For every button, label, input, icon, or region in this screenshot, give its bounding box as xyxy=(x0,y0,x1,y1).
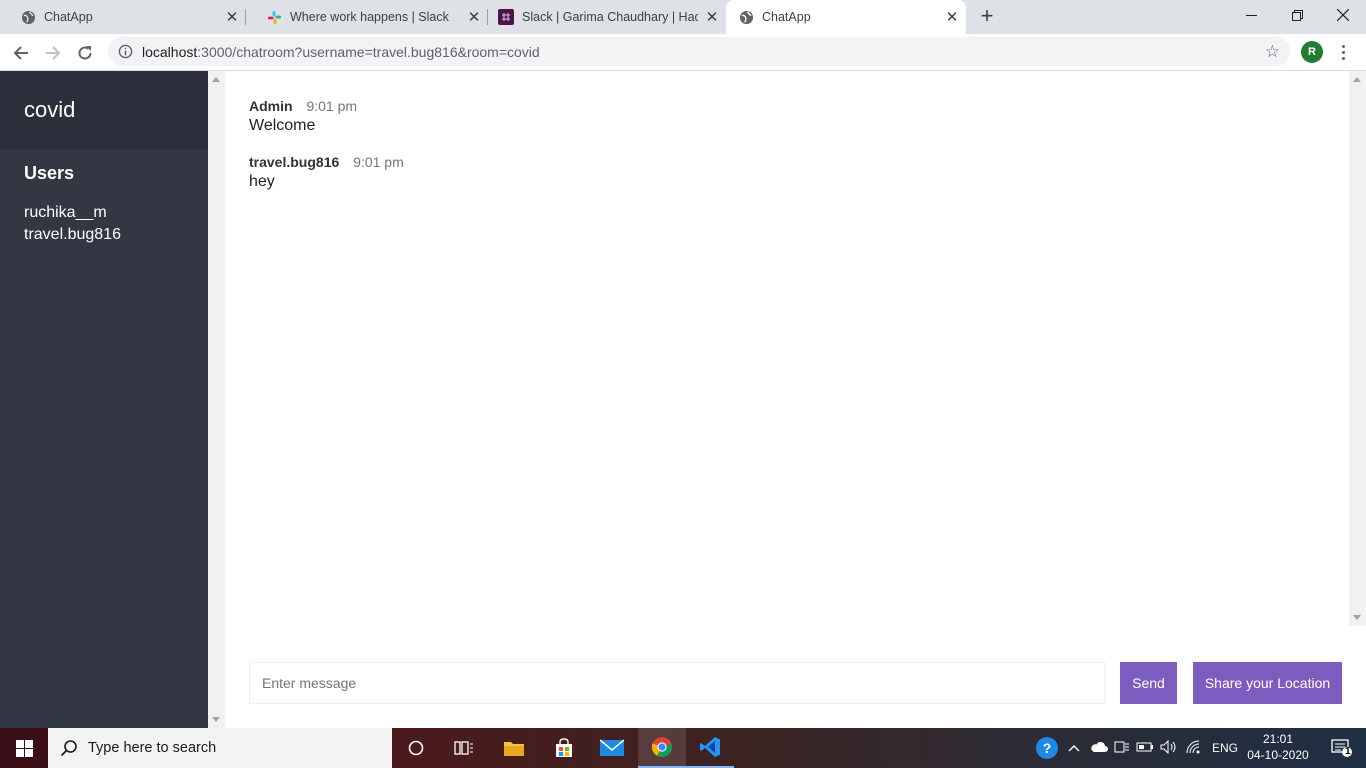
scroll-down-arrow-icon[interactable] xyxy=(1353,615,1361,620)
vscode-icon[interactable] xyxy=(686,728,734,768)
new-tab-button[interactable]: + xyxy=(976,5,998,28)
message-composer: Send Share your Location xyxy=(225,626,1366,728)
system-tray: ? ENG xyxy=(1036,728,1238,768)
room-name: covid xyxy=(0,71,208,149)
info-icon[interactable] xyxy=(118,44,133,59)
message-username: travel.bug816 xyxy=(249,154,340,170)
message-text: Welcome xyxy=(249,117,316,134)
send-button[interactable]: Send xyxy=(1120,662,1177,704)
messages-area: Admin 9:01 pm Welcome travel.bug816 9:01… xyxy=(225,71,1349,626)
mail-icon[interactable] xyxy=(588,728,636,768)
scroll-up-arrow-icon[interactable] xyxy=(1353,77,1361,82)
message-text: hey xyxy=(249,173,275,190)
taskbar-search[interactable]: Type here to search xyxy=(48,728,392,768)
task-view-icon[interactable] xyxy=(440,728,488,768)
wifi-icon[interactable] xyxy=(1186,740,1202,757)
profile-avatar[interactable]: R xyxy=(1301,41,1323,63)
tab-title: ChatApp xyxy=(44,10,93,24)
close-tab-icon[interactable]: ✕ xyxy=(704,9,720,26)
browser-toolbar: localhost:3000/chatroom?username=travel.… xyxy=(0,34,1366,71)
globe-icon xyxy=(738,9,754,25)
browser-menu-icon[interactable] xyxy=(1337,42,1349,62)
browser-tab-bar: ChatApp ✕ Where work happens | Slack ✕ S… xyxy=(0,0,1366,34)
browser-tab-2[interactable]: Where work happens | Slack ✕ xyxy=(246,0,488,34)
message-username: Admin xyxy=(249,98,293,114)
message-meta: travel.bug816 9:01 pm xyxy=(249,153,1325,171)
close-tab-icon[interactable]: ✕ xyxy=(224,9,240,26)
search-placeholder: Type here to search xyxy=(88,740,217,756)
url-text: localhost:3000/chatroom?username=travel.… xyxy=(142,44,540,60)
battery-icon[interactable] xyxy=(1136,741,1154,756)
tab-title: Where work happens | Slack xyxy=(290,10,449,24)
message-input[interactable] xyxy=(249,662,1105,704)
taskbar-clock[interactable]: 21:01 04-10-2020 xyxy=(1246,731,1310,763)
language-indicator[interactable]: ENG xyxy=(1212,741,1238,755)
store-icon[interactable] xyxy=(540,728,588,768)
notification-count: 1 xyxy=(1345,746,1351,757)
slack-icon xyxy=(266,9,282,25)
back-arrow-icon[interactable] xyxy=(8,40,34,66)
browser-tab-1[interactable]: ChatApp ✕ xyxy=(0,0,246,34)
close-tab-icon[interactable]: ✕ xyxy=(944,9,960,26)
forward-arrow-icon[interactable] xyxy=(40,40,66,66)
cortana-icon[interactable] xyxy=(392,728,440,768)
scroll-down-arrow-icon[interactable] xyxy=(212,717,220,722)
volume-icon[interactable] xyxy=(1160,739,1178,757)
bookmark-star-icon[interactable]: ☆ xyxy=(1265,42,1280,62)
message: Admin 9:01 pm Welcome xyxy=(225,97,1349,135)
globe-icon xyxy=(20,9,36,25)
clock-date: 04-10-2020 xyxy=(1247,748,1309,762)
users-list: ruchika__m travel.bug816 xyxy=(0,184,208,246)
search-icon xyxy=(60,739,78,757)
scroll-up-arrow-icon[interactable] xyxy=(212,77,220,82)
chrome-icon[interactable] xyxy=(638,728,686,768)
slack-workspace-icon xyxy=(498,9,514,25)
tab-title: ChatApp xyxy=(762,10,811,24)
tab-title: Slack | Garima Chaudhary | Hacka xyxy=(522,10,698,24)
sidebar-scrollbar[interactable] xyxy=(208,71,225,728)
file-explorer-icon[interactable] xyxy=(490,728,538,768)
message-time: 9:01 pm xyxy=(306,98,358,114)
windows-start-icon[interactable] xyxy=(0,728,48,768)
close-tab-icon[interactable]: ✕ xyxy=(466,9,482,26)
notification-center-icon[interactable]: 1 xyxy=(1318,728,1366,768)
reload-icon[interactable] xyxy=(72,40,98,66)
chevron-up-icon[interactable] xyxy=(1068,741,1080,755)
messages-scrollbar[interactable] xyxy=(1349,71,1366,626)
share-location-button[interactable]: Share your Location xyxy=(1193,662,1342,704)
chat-sidebar: covid Users ruchika__m travel.bug816 xyxy=(0,71,208,728)
windows-taskbar: Type here to search ? ENG 21:01 04-10-20… xyxy=(0,728,1366,768)
message: travel.bug816 9:01 pm hey xyxy=(225,153,1349,191)
network-device-icon[interactable] xyxy=(1114,740,1130,757)
browser-tab-4-active[interactable]: ChatApp ✕ xyxy=(726,0,966,34)
onedrive-icon[interactable] xyxy=(1090,741,1108,756)
address-bar[interactable]: localhost:3000/chatroom?username=travel.… xyxy=(108,37,1290,66)
message-time: 9:01 pm xyxy=(353,154,404,170)
browser-tab-3[interactable]: Slack | Garima Chaudhary | Hacka ✕ xyxy=(488,0,726,34)
close-window-icon[interactable] xyxy=(1320,0,1366,30)
help-icon[interactable]: ? xyxy=(1036,737,1058,759)
restore-icon[interactable] xyxy=(1274,0,1320,30)
user-item: travel.bug816 xyxy=(24,226,121,243)
clock-time: 21:01 xyxy=(1262,732,1294,746)
user-item: ruchika__m xyxy=(24,204,107,221)
users-heading: Users xyxy=(24,163,75,183)
message-meta: Admin 9:01 pm xyxy=(249,97,1325,115)
minimize-icon[interactable] xyxy=(1228,0,1274,30)
